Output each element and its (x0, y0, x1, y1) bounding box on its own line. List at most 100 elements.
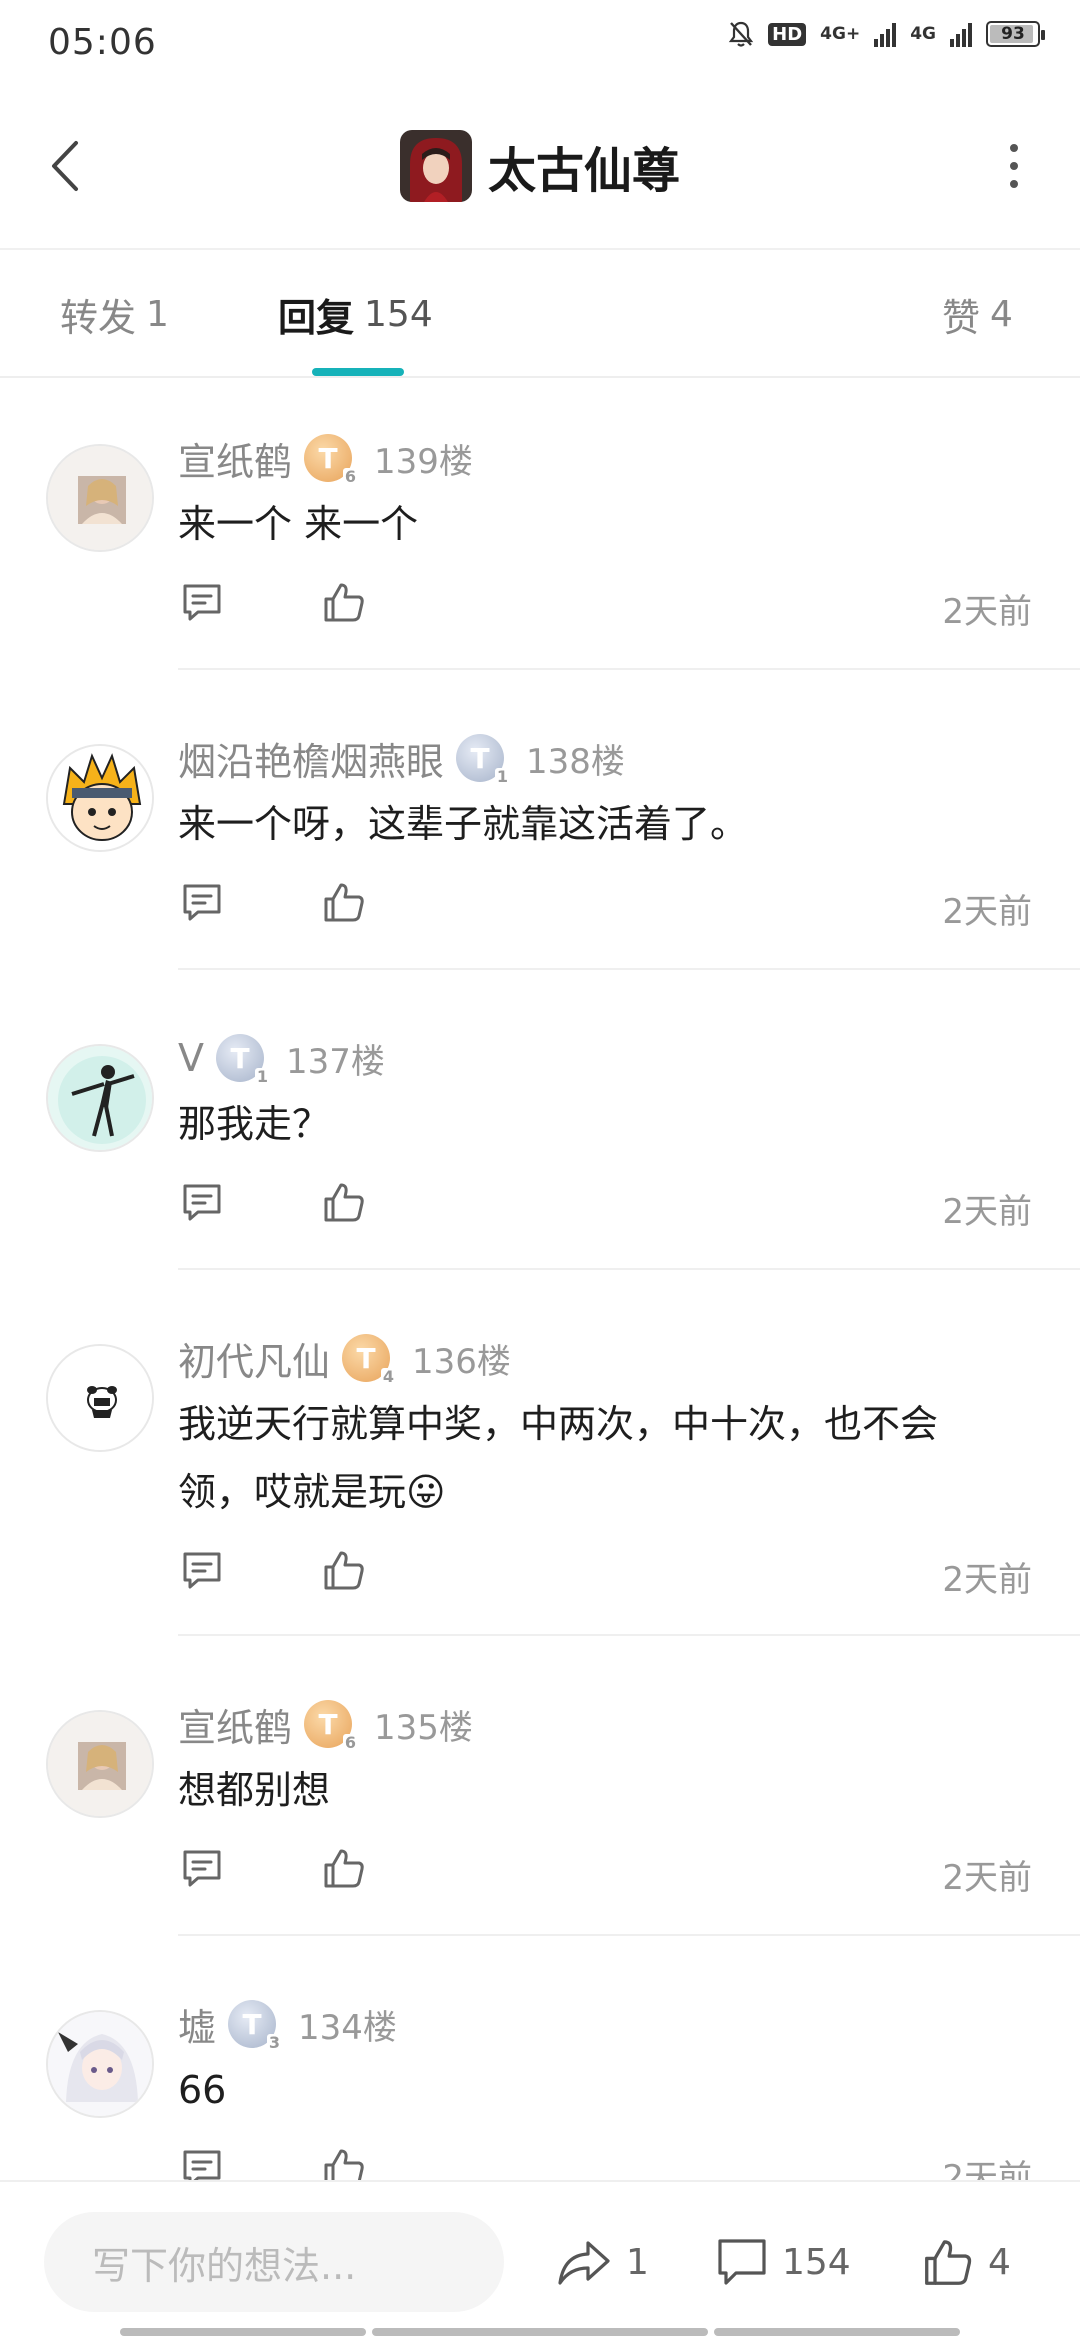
level-badge: T6 (304, 434, 359, 486)
username[interactable]: 宣纸鹤 (178, 1697, 292, 1752)
bottom-action-bar: 写下你的想法... 1 154 4 (0, 2180, 1080, 2340)
level-badge: T3 (228, 2000, 283, 2052)
reply-text: 想都别想 (178, 1768, 331, 1812)
reply-time: 2天前 (942, 892, 1032, 932)
reply-body: 初代凡仙 T4 136楼 我逆天行就算中奖，中两次，中十次，也不会 领，哎就是玩… (178, 1328, 1032, 1610)
comment-icon[interactable] (180, 1846, 224, 1890)
tab-replies[interactable]: 回复 154 (278, 250, 433, 378)
like-button[interactable]: 4 (922, 2222, 1011, 2302)
reply-list[interactable]: 宣纸鹤 T6 139楼 来一个 来一个 2天前 烟沿艳檐烟燕眼 T1 138楼 … (0, 380, 1080, 2180)
reply-meta: 烟沿艳檐烟燕眼 T1 138楼 (178, 728, 1032, 788)
reply-text: 66 (178, 2068, 227, 2112)
reply-text: 那我走？ (178, 1102, 331, 1146)
avatar[interactable] (46, 1344, 154, 1452)
active-tab-indicator (312, 368, 404, 376)
comment-icon[interactable] (180, 2146, 224, 2180)
divider (178, 1934, 1080, 1936)
nav-handle (714, 2328, 960, 2336)
reply-item: 宣纸鹤 T6 135楼 想都别想 2天前 (0, 1646, 1080, 1946)
username[interactable]: 初代凡仙 (178, 1331, 330, 1386)
comment-button[interactable]: 154 (716, 2222, 851, 2302)
tab-count: 4 (990, 293, 1013, 335)
level-badge: T6 (304, 1700, 359, 1752)
reply-meta: V T1 137楼 (178, 1028, 1032, 1088)
floor-number: 135楼 (374, 1707, 473, 1748)
reply-meta: 墟 T3 134楼 (178, 1994, 1032, 2054)
floor-number: 134楼 (298, 2007, 397, 2048)
divider (178, 1268, 1080, 1270)
floor-number: 136楼 (412, 1341, 511, 1382)
thumbs-up-icon[interactable] (322, 2146, 366, 2180)
avatar[interactable] (46, 2010, 154, 2118)
nav-handle (120, 2328, 366, 2336)
status-bar: 05:06 HD 4G+ 4G 93 (0, 0, 1080, 84)
comment-icon[interactable] (180, 1180, 224, 1224)
reply-text-line: 我逆天行就算中奖，中两次，中十次，也不会 (178, 1402, 939, 1446)
game-avatar (399, 130, 472, 202)
thumbs-up-icon[interactable] (322, 580, 366, 624)
reply-actions: 2天前 (178, 1540, 1032, 1610)
reply-actions: 2天前 (178, 872, 1032, 942)
level-badge: T1 (456, 734, 511, 786)
reply-time: 2天前 (942, 592, 1032, 632)
thumbs-up-icon[interactable] (322, 1846, 366, 1890)
like-count: 4 (988, 2241, 1011, 2283)
battery-icon: 93 (986, 21, 1045, 47)
level-badge: T1 (216, 1034, 270, 1086)
reply-body: 宣纸鹤 T6 139楼 来一个 来一个 2天前 (178, 428, 1032, 642)
nav-handle (372, 2328, 708, 2336)
comment-count: 154 (782, 2241, 851, 2283)
reply-body: V T1 137楼 那我走？ 2天前 (178, 1028, 1032, 1242)
reply-body: 墟 T3 134楼 66 2天前 (178, 1994, 1032, 2180)
divider (178, 968, 1080, 970)
reply-text: 来一个 来一个 (178, 502, 419, 546)
tab-label: 赞 (942, 295, 981, 340)
reply-time: 2天前 (942, 1192, 1032, 1232)
avatar[interactable] (46, 1710, 154, 1818)
thumbs-up-icon[interactable] (322, 1548, 366, 1592)
comment-icon[interactable] (180, 580, 224, 624)
more-button[interactable] (1004, 144, 1024, 188)
username[interactable]: 墟 (178, 1997, 216, 2052)
username[interactable]: V (178, 1036, 204, 1080)
top-bar: 太古仙尊 (0, 84, 1080, 250)
tab-reposts[interactable]: 转发 1 (60, 250, 169, 378)
thumbs-up-icon (925, 2240, 972, 2285)
reply-time: 2天前 (942, 1560, 1032, 1600)
divider (178, 1634, 1080, 1636)
reply-actions: 2天前 (178, 1172, 1032, 1242)
avatar[interactable] (46, 1044, 154, 1152)
username[interactable]: 烟沿艳檐烟燕眼 (178, 731, 444, 786)
share-button[interactable]: 1 (556, 2222, 649, 2302)
avatar[interactable] (46, 744, 154, 852)
thumbs-up-icon[interactable] (322, 1180, 366, 1224)
network-label-2: 4G (910, 24, 936, 44)
username[interactable]: 宣纸鹤 (178, 431, 292, 486)
reply-body: 烟沿艳檐烟燕眼 T1 138楼 来一个呀，这辈子就靠这活着了。 2天前 (178, 728, 1032, 942)
page-title: 太古仙尊 (487, 143, 680, 199)
comment-input[interactable]: 写下你的想法... (44, 2212, 504, 2312)
signal-icon-1 (874, 21, 897, 47)
back-button[interactable] (40, 136, 90, 196)
thumbs-up-icon[interactable] (322, 880, 366, 924)
reply-meta: 宣纸鹤 T6 135楼 (178, 1694, 1032, 1754)
reply-actions: 2天前 (178, 1838, 1032, 1908)
tab-likes[interactable]: 赞 4 (942, 250, 1013, 378)
reply-text: 我逆天行就算中奖，中两次，中十次，也不会 领，哎就是玩😛 (178, 1390, 1032, 1526)
avatar[interactable] (46, 444, 154, 552)
comment-bubble-icon (718, 2239, 766, 2285)
reply-time: 2天前 (942, 2158, 1032, 2180)
reply-item: 墟 T3 134楼 66 2天前 (0, 1946, 1080, 2180)
reply-item: V T1 137楼 那我走？ 2天前 (0, 980, 1080, 1280)
status-icons: HD 4G+ 4G 93 (728, 20, 1045, 48)
title-group[interactable]: 太古仙尊 (399, 130, 680, 202)
comment-icon[interactable] (180, 1548, 224, 1592)
comment-icon[interactable] (180, 880, 224, 924)
divider (178, 668, 1080, 670)
signal-icon-2 (950, 21, 972, 47)
battery-level: 93 (1001, 24, 1025, 44)
reply-item: 宣纸鹤 T6 139楼 来一个 来一个 2天前 (0, 380, 1080, 680)
floor-number: 138楼 (526, 741, 625, 782)
reply-time: 2天前 (942, 1858, 1032, 1898)
mute-bell-icon (728, 21, 754, 47)
